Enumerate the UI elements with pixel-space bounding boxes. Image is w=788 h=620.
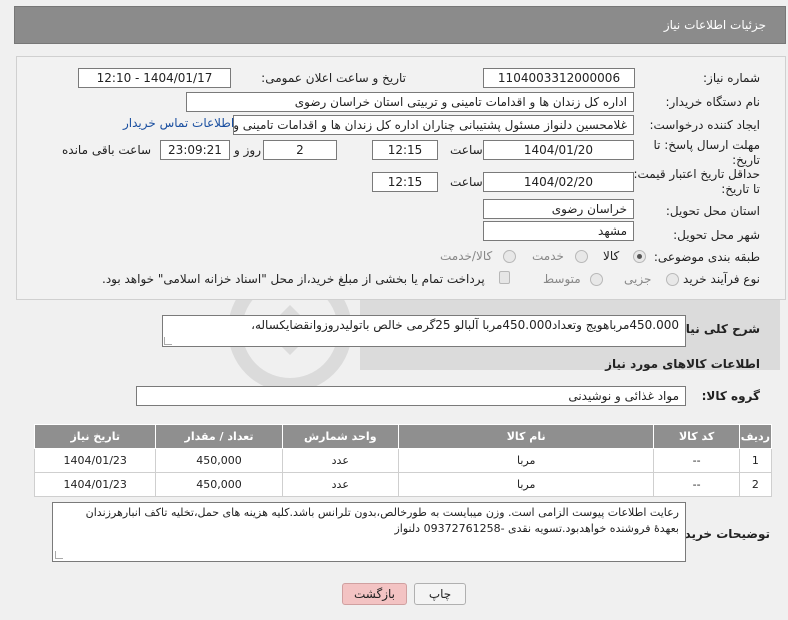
need-number-field: 1104003312000006 <box>483 68 635 88</box>
category-option-goods-service: کالا/خدمت <box>440 249 493 263</box>
goods-table: ردیف کد کالا نام کالا واحد شمارش تعداد /… <box>33 424 773 497</box>
description-textarea: 450.000مرباهویج وتعداد450.000مربا آلبالو… <box>162 315 686 347</box>
province-field: خراسان رضوی <box>483 199 634 219</box>
announce-date-label: تاریخ و ساعت اعلان عمومی: <box>261 71 406 85</box>
print-button[interactable]: چاپ <box>414 583 466 605</box>
goods-group-label: گروه کالا: <box>701 389 760 403</box>
cell-item-code: -- <box>653 448 740 473</box>
table-row: 1 -- مربا عدد 450,000 1404/01/23 <box>33 448 773 473</box>
cell-quantity: 450,000 <box>155 472 283 497</box>
process-type-label: نوع فرآیند خرید : <box>675 272 760 286</box>
page-title: جزئیات اطلاعات نیاز <box>663 18 766 32</box>
process-radio-medium[interactable] <box>590 273 603 286</box>
days-label: روز و <box>234 143 261 157</box>
column-header-need-date: تاریخ نیاز <box>33 424 157 449</box>
need-number-label: شماره نیاز: <box>703 71 760 85</box>
description-label: شرح کلی نیاز: <box>674 322 760 336</box>
category-label: طبقه بندی موضوعی: <box>653 250 760 264</box>
price-validity-time-label: ساعت <box>450 175 483 189</box>
city-label: شهر محل تحویل: <box>673 228 760 242</box>
deadline-time-field: 12:15 <box>372 140 438 160</box>
remaining-time-label: ساعت باقی مانده <box>62 143 152 157</box>
buyer-org-label: نام دستگاه خریدار: <box>665 95 761 109</box>
cell-row-number: 2 <box>738 472 773 497</box>
table-row: 2 -- مربا عدد 450,000 1404/01/23 <box>33 472 773 497</box>
price-validity-label-line2: تا تاریخ: <box>721 182 760 196</box>
column-header-quantity: تعداد / مقدار <box>155 424 283 449</box>
goods-group-field: مواد غذائی و نوشیدنی <box>136 386 686 406</box>
resize-grip-icon[interactable] <box>55 551 63 559</box>
treasury-payment-checkbox[interactable] <box>499 271 510 284</box>
treasury-payment-note: پرداخت تمام یا بخشی از مبلغ خرید،از محل … <box>102 272 485 286</box>
deadline-label-line1: مهلت ارسال پاسخ: تا <box>653 138 760 152</box>
deadline-label-line2: تاریخ: <box>732 153 760 167</box>
cell-unit: عدد <box>281 472 399 497</box>
requester-field: غلامحسین دلنواز مسئول پشتیبانی چناران اد… <box>233 115 634 135</box>
price-validity-time-field: 12:15 <box>372 172 438 192</box>
cell-need-date: 1404/01/23 <box>33 472 157 497</box>
cell-row-number: 1 <box>738 448 773 473</box>
category-radio-service[interactable] <box>575 250 588 263</box>
process-option-medium: متوسط <box>543 272 581 286</box>
process-radio-minor[interactable] <box>666 273 679 286</box>
buyer-org-field: اداره کل زندان ها و اقدامات تامینی و ترب… <box>186 92 634 112</box>
column-header-item-code: کد کالا <box>653 424 740 449</box>
process-option-minor: جزیی <box>624 272 652 286</box>
category-option-goods: کالا <box>603 249 620 263</box>
cell-item-name: مربا <box>397 472 655 497</box>
category-radio-goods[interactable] <box>633 250 646 263</box>
deadline-date-field: 1404/01/20 <box>483 140 634 160</box>
column-header-unit: واحد شمارش <box>281 424 399 449</box>
requester-label: ایجاد کننده درخواست: <box>649 118 760 132</box>
days-field: 2 <box>263 140 337 160</box>
cell-unit: عدد <box>281 448 399 473</box>
cell-item-code: -- <box>653 472 740 497</box>
back-button[interactable]: بازگشت <box>342 583 407 605</box>
price-validity-date-field: 1404/02/20 <box>483 172 634 192</box>
buyer-notes-text: رعایت اطلاعات پیوست الزامی است. وزن میبا… <box>85 506 679 535</box>
cell-quantity: 450,000 <box>155 448 283 473</box>
description-text: 450.000مرباهویج وتعداد450.000مربا آلبالو… <box>251 318 679 332</box>
cell-need-date: 1404/01/23 <box>33 448 157 473</box>
table-header-row: ردیف کد کالا نام کالا واحد شمارش تعداد /… <box>33 424 773 449</box>
buyer-notes-textarea: رعایت اطلاعات پیوست الزامی است. وزن میبا… <box>52 502 686 562</box>
remaining-time-field: 23:09:21 <box>160 140 230 160</box>
resize-grip-icon[interactable] <box>164 337 172 345</box>
province-label: استان محل تحویل: <box>665 204 760 218</box>
announce-date-field: 1404/01/17 - 12:10 <box>78 68 231 88</box>
goods-section-title: اطلاعات کالاهای مورد نیاز <box>605 357 760 371</box>
column-header-row-number: ردیف <box>738 424 773 449</box>
buyer-contact-link[interactable]: اطلاعات تماس خریدار <box>123 116 234 130</box>
category-radio-goods-service[interactable] <box>503 250 516 263</box>
category-option-service: خدمت <box>532 249 564 263</box>
price-validity-label-line1: حداقل تاریخ اعتبار قیمت: <box>633 167 760 181</box>
deadline-time-label: ساعت <box>450 143 483 157</box>
cell-item-name: مربا <box>397 448 655 473</box>
city-field: مشهد <box>483 221 634 241</box>
column-header-item-name: نام کالا <box>397 424 655 449</box>
